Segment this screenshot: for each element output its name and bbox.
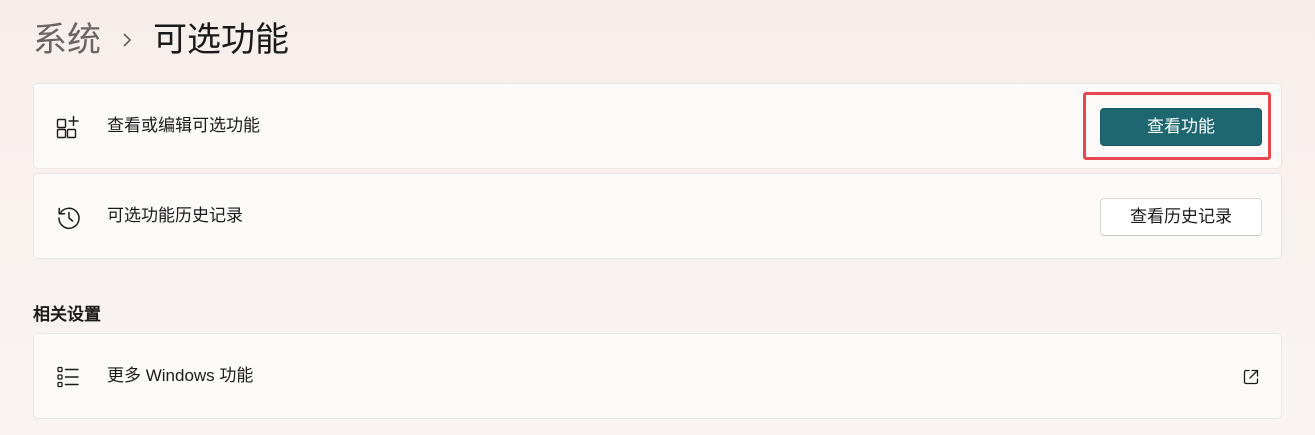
more-windows-features-label: 更多 Windows 功能	[107, 366, 254, 385]
external-link-icon	[1241, 367, 1261, 387]
related-settings-heading: 相关设置	[33, 305, 101, 324]
view-edit-optional-features-card: 查看或编辑可选功能 查看功能	[33, 83, 1282, 169]
history-icon	[56, 205, 80, 229]
view-edit-optional-features-label: 查看或编辑可选功能	[107, 116, 260, 135]
breadcrumb-parent-system[interactable]: 系统	[33, 14, 101, 66]
view-history-button[interactable]: 查看历史记录	[1100, 198, 1262, 236]
view-features-button[interactable]: 查看功能	[1100, 108, 1262, 146]
optional-features-history-label: 可选功能历史记录	[107, 206, 243, 225]
breadcrumb: 系统 可选功能	[33, 14, 289, 66]
list-icon	[56, 365, 80, 389]
more-windows-features-card[interactable]: 更多 Windows 功能	[33, 333, 1282, 419]
page-title: 可选功能	[153, 21, 289, 59]
chevron-right-icon	[101, 14, 153, 66]
add-apps-icon	[56, 115, 80, 139]
optional-features-history-card: 可选功能历史记录 查看历史记录	[33, 173, 1282, 259]
